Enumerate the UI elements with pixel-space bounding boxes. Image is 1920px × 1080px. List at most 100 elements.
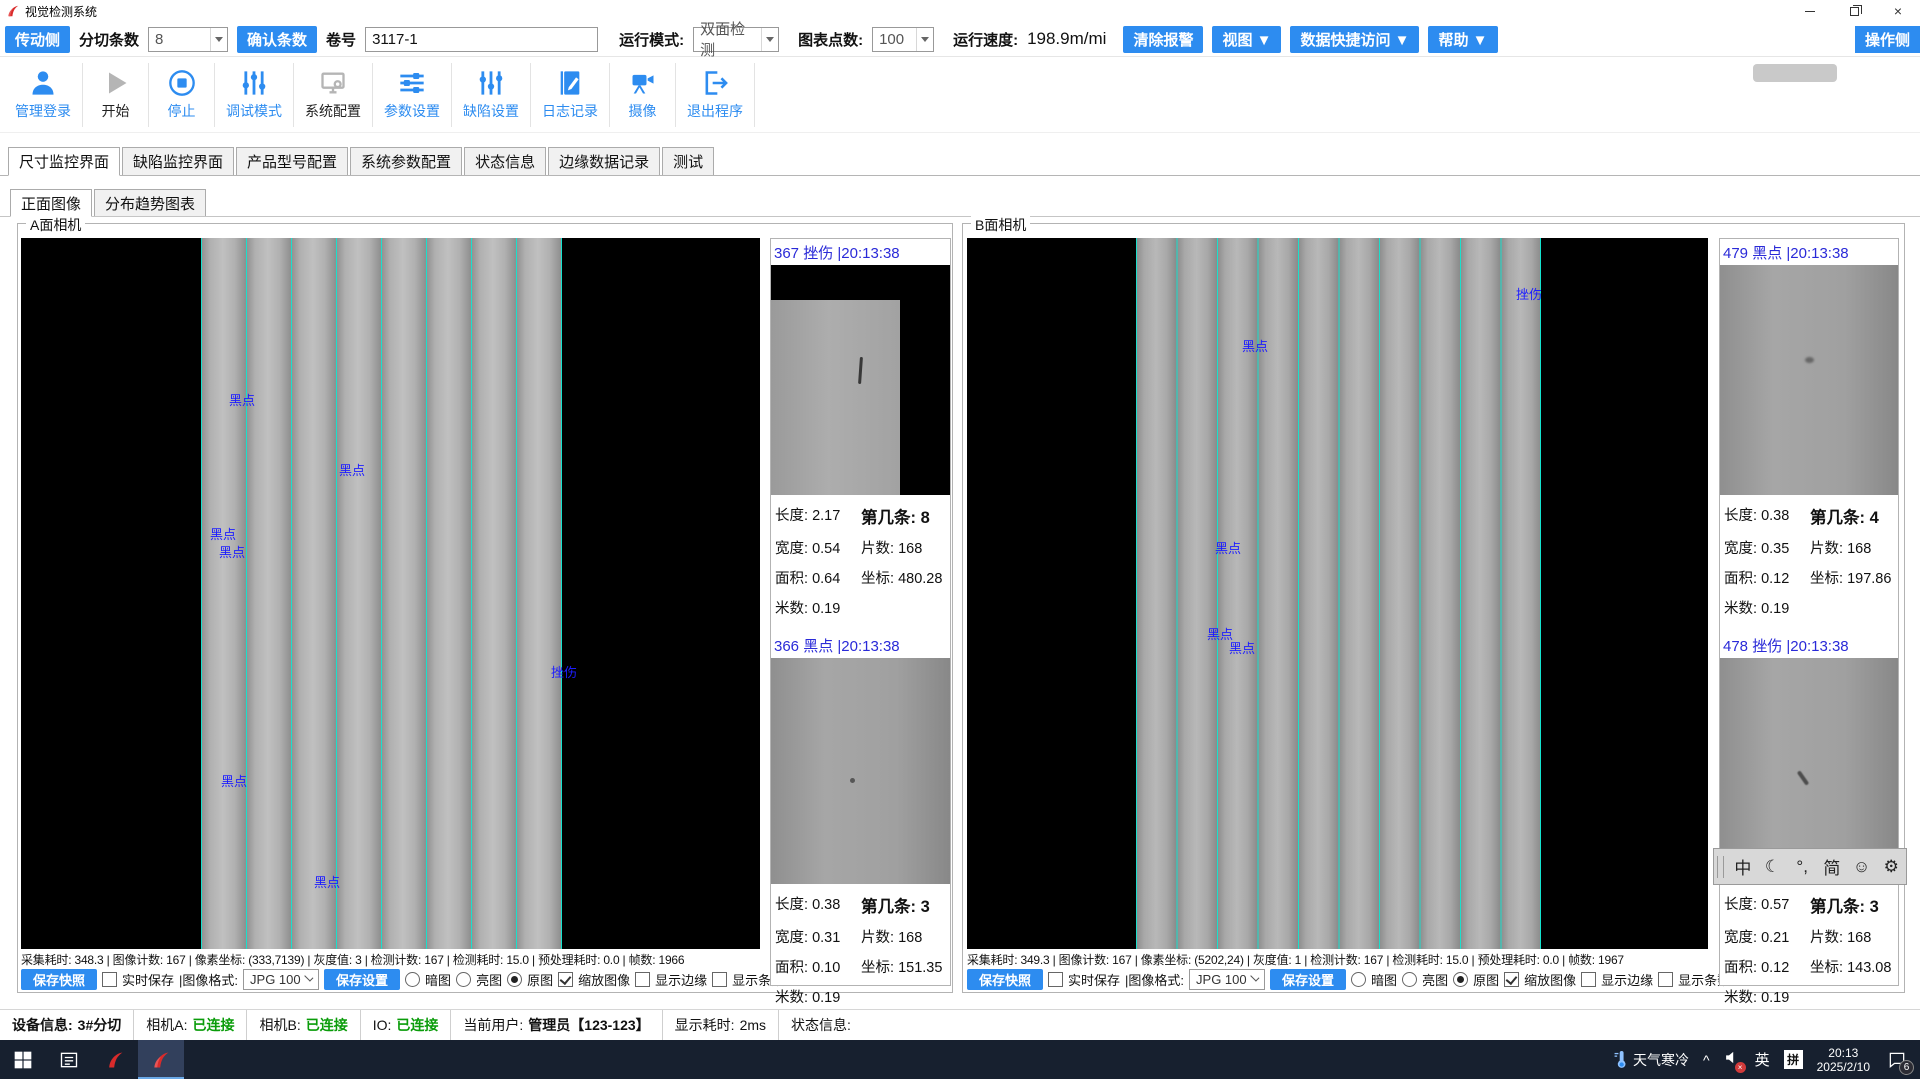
tab-product-model[interactable]: 产品型号配置 xyxy=(236,147,348,175)
bright-image-radio[interactable] xyxy=(1402,972,1417,987)
camera-b-image: 挫伤 黑点 黑点 黑点 黑点 xyxy=(967,238,1708,949)
minimize-button[interactable] xyxy=(1788,0,1832,22)
defect-label: 黑点 xyxy=(219,542,245,561)
tab-defect-monitor[interactable]: 缺陷监控界面 xyxy=(122,147,234,175)
weather-widget[interactable]: 天气寒冷 xyxy=(1613,1050,1689,1070)
chevron-down-icon xyxy=(761,28,778,51)
display-time-label: 显示耗时: xyxy=(675,1015,735,1035)
panel-handle[interactable] xyxy=(1753,64,1837,82)
zoom-image-checkbox[interactable] xyxy=(1504,972,1519,987)
defect-details: 长度: 0.38 第几条: 4 宽度: 0.35 片数: 168 面积: 0.1… xyxy=(1720,495,1898,618)
slit-count-select[interactable]: 8 xyxy=(148,27,228,52)
taskbar: 天气寒冷 ^ × 英 拼 20:13 2025/2/10 6 xyxy=(0,1040,1920,1079)
show-strips-checkbox[interactable] xyxy=(712,972,727,987)
tab-test[interactable]: 测试 xyxy=(662,147,714,175)
roll-number-input[interactable] xyxy=(365,27,598,52)
debug-mode-button[interactable]: 调试模式 xyxy=(215,63,294,127)
tray-expand-button[interactable]: ^ xyxy=(1703,1052,1710,1068)
taskbar-app-1[interactable] xyxy=(92,1040,138,1079)
save-snapshot-button[interactable]: 保存快照 xyxy=(967,969,1043,990)
exit-program-button[interactable]: 退出程序 xyxy=(676,63,755,127)
ribbon-toolbar: 管理登录 开始 停止 调试模式 系统配置 参数设置 缺陷设置 日志记录 xyxy=(0,57,1920,133)
stop-button[interactable]: 停止 xyxy=(149,63,215,127)
admin-login-button[interactable]: 管理登录 xyxy=(4,63,83,127)
task-view-button[interactable] xyxy=(46,1040,92,1079)
gear-icon[interactable]: ⚙ xyxy=(1876,857,1906,877)
dark-image-radio[interactable] xyxy=(405,972,420,987)
defect-card[interactable]: 478 挫伤 |20:13:38 长度: 0.57 第几条: 3 宽度: 0.2… xyxy=(1720,632,1898,1007)
start-menu-button[interactable] xyxy=(0,1040,46,1079)
chart-points-label: 图表点数: xyxy=(798,29,863,50)
image-format-select[interactable]: JPG 100 xyxy=(1189,969,1265,990)
maximize-button[interactable] xyxy=(1832,0,1876,22)
strip-lines xyxy=(201,238,562,949)
camera-capture-button[interactable]: 摄像 xyxy=(610,63,676,127)
clear-alarm-button[interactable]: 清除报警 xyxy=(1123,26,1203,53)
ime-simplified-mode[interactable]: 简 xyxy=(1817,854,1847,879)
save-snapshot-button[interactable]: 保存快照 xyxy=(21,969,97,990)
data-quick-access-button[interactable]: 数据快捷访问 ▼ xyxy=(1290,26,1419,53)
taskbar-app-2-active[interactable] xyxy=(138,1040,184,1079)
language-indicator[interactable]: 英 xyxy=(1755,1049,1770,1070)
taskbar-clock[interactable]: 20:13 2025/2/10 xyxy=(1817,1046,1870,1074)
moon-icon[interactable]: ☾ xyxy=(1758,857,1788,877)
slit-count-label: 分切条数 xyxy=(79,29,139,50)
tab-size-monitor[interactable]: 尺寸监控界面 xyxy=(8,147,120,176)
dark-image-label: 暗图 xyxy=(1371,970,1397,989)
realtime-save-checkbox[interactable] xyxy=(102,972,117,987)
camera-a-status-label: 相机A: xyxy=(146,1015,187,1035)
restore-icon xyxy=(1850,7,1859,16)
zoom-image-checkbox[interactable] xyxy=(558,972,573,987)
confirm-count-button[interactable]: 确认条数 xyxy=(237,26,317,53)
image-format-select[interactable]: JPG 100 xyxy=(243,969,319,990)
original-image-radio[interactable] xyxy=(1453,972,1468,987)
run-mode-select[interactable]: 双面检测 xyxy=(693,27,779,52)
defect-card[interactable]: 479 黑点 |20:13:38 长度: 0.38 第几条: 4 宽度: 0.3… xyxy=(1720,239,1898,618)
emoji-icon[interactable]: ☺ xyxy=(1847,857,1877,877)
chart-points-select[interactable]: 100 xyxy=(872,27,934,52)
start-button[interactable]: 开始 xyxy=(83,63,149,127)
ime-chinese-mode[interactable]: 中 xyxy=(1728,854,1758,879)
log-record-button[interactable]: 日志记录 xyxy=(531,63,610,127)
tab-system-params[interactable]: 系统参数配置 xyxy=(350,147,462,175)
camera-a-defect-list: 367 挫伤 |20:13:38 长度: 2.17 第几条: 8 宽度: 0.5… xyxy=(770,238,951,986)
dark-image-radio[interactable] xyxy=(1351,972,1366,987)
show-strips-checkbox[interactable] xyxy=(1658,972,1673,987)
volume-button[interactable]: × xyxy=(1724,1049,1741,1071)
system-config-button[interactable]: 系统配置 xyxy=(294,63,373,127)
ime-mode-indicator[interactable]: 拼 xyxy=(1784,1050,1803,1069)
status-info-label: 状态信息: xyxy=(791,1015,851,1035)
tab-front-image[interactable]: 正面图像 xyxy=(10,189,92,217)
close-button[interactable]: × xyxy=(1876,0,1920,22)
realtime-save-checkbox[interactable] xyxy=(1048,972,1063,987)
operator-side-button[interactable]: 操作侧 xyxy=(1855,26,1920,53)
defect-header: 367 挫伤 |20:13:38 xyxy=(771,239,950,265)
camera-a-controls: 保存快照 实时保存 |图像格式: JPG 100 保存设置 暗图 亮图 原图 缩… xyxy=(21,967,763,991)
defect-card[interactable]: 367 挫伤 |20:13:38 长度: 2.17 第几条: 8 宽度: 0.5… xyxy=(771,239,950,618)
action-center-button[interactable]: 6 xyxy=(1884,1047,1910,1073)
camera-a-stats: 采集耗时: 348.3 | 图像计数: 167 | 像素坐标: (333,713… xyxy=(21,951,761,968)
show-edges-checkbox[interactable] xyxy=(635,972,650,987)
show-edges-checkbox[interactable] xyxy=(1581,972,1596,987)
defect-header: 366 黑点 |20:13:38 xyxy=(771,632,950,658)
drive-side-button[interactable]: 传动侧 xyxy=(5,26,70,53)
tab-trend-chart[interactable]: 分布趋势图表 xyxy=(94,189,206,216)
tab-status-info[interactable]: 状态信息 xyxy=(464,147,546,175)
tab-edge-data[interactable]: 边缘数据记录 xyxy=(548,147,660,175)
camera-a-group: A面相机 黑点 黑点 黑点 黑点 挫伤 黑点 黑点 采集耗时: 348.3 | … xyxy=(17,223,953,993)
clock-date: 2025/2/10 xyxy=(1817,1060,1870,1074)
bright-image-radio[interactable] xyxy=(456,972,471,987)
parameter-settings-button[interactable]: 参数设置 xyxy=(373,63,452,127)
punctuation-mode-icon[interactable]: °, xyxy=(1787,857,1817,877)
save-settings-button[interactable]: 保存设置 xyxy=(324,969,400,990)
defect-settings-button[interactable]: 缺陷设置 xyxy=(452,63,531,127)
view-menu-button[interactable]: 视图 ▼ xyxy=(1212,26,1281,53)
save-settings-button[interactable]: 保存设置 xyxy=(1270,969,1346,990)
app-logo-icon xyxy=(105,1050,125,1070)
drag-handle[interactable] xyxy=(1717,856,1724,878)
defect-details: 长度: 2.17 第几条: 8 宽度: 0.54 片数: 168 面积: 0.6… xyxy=(771,495,950,618)
original-image-radio[interactable] xyxy=(507,972,522,987)
sliders-vertical-icon xyxy=(477,69,505,97)
help-menu-button[interactable]: 帮助 ▼ xyxy=(1428,26,1497,53)
defect-card[interactable]: 366 黑点 |20:13:38 长度: 0.38 第几条: 3 宽度: 0.3… xyxy=(771,632,950,1007)
